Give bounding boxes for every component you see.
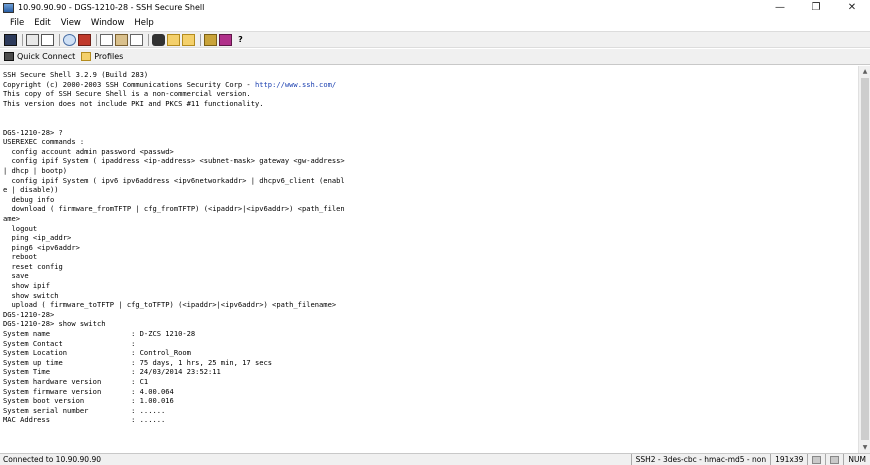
status-icon-cell bbox=[807, 454, 825, 465]
status-bar: Connected to 10.90.90.90 SSH2 - 3des-cbc… bbox=[0, 453, 870, 465]
scroll-up-icon[interactable]: ▲ bbox=[859, 66, 870, 77]
save-icon[interactable] bbox=[4, 33, 17, 46]
folder-icon bbox=[81, 52, 92, 61]
terminal-area[interactable]: SSH Secure Shell 3.2.9 (Build 283) Copyr… bbox=[0, 66, 858, 453]
quick-connect-label: Quick Connect bbox=[17, 52, 76, 61]
menu-edit[interactable]: Edit bbox=[29, 18, 55, 28]
scrollbar-thumb[interactable] bbox=[861, 78, 869, 440]
toolbar-separator bbox=[22, 33, 23, 46]
toolbar-separator bbox=[200, 33, 201, 46]
scroll-down-icon[interactable]: ▼ bbox=[859, 442, 870, 453]
quick-connect-icon bbox=[4, 52, 14, 61]
file-transfer-icon[interactable] bbox=[167, 33, 180, 46]
encryption-info: SSH2 - 3des-cbc - hmac-md5 - non bbox=[630, 454, 771, 465]
terminal-size: 191x39 bbox=[770, 454, 807, 465]
menu-view[interactable]: View bbox=[56, 18, 86, 28]
print-preview-icon[interactable] bbox=[41, 33, 54, 46]
find-icon[interactable] bbox=[152, 33, 165, 46]
terminal-output: SSH Secure Shell 3.2.9 (Build 283) Copyr… bbox=[3, 70, 858, 425]
menu-bar: File Edit View Window Help bbox=[0, 15, 870, 30]
terminal-copyright: Copyright (c) 2000-2003 SSH Communicatio… bbox=[3, 79, 255, 89]
copy-icon[interactable] bbox=[100, 33, 113, 46]
host-keys-icon[interactable] bbox=[219, 33, 232, 46]
toolbar-separator bbox=[148, 33, 149, 46]
magnifier-icon[interactable] bbox=[63, 33, 76, 46]
profiles-toolbar: Quick Connect Profiles bbox=[0, 49, 870, 65]
maximize-button[interactable]: ❐ bbox=[798, 0, 834, 15]
keyboard-icon bbox=[812, 455, 822, 464]
paste-special-icon[interactable] bbox=[130, 33, 143, 46]
paste-icon[interactable] bbox=[115, 33, 128, 46]
close-button[interactable]: ✕ bbox=[834, 0, 870, 15]
minimize-button[interactable]: — bbox=[762, 0, 798, 15]
toolbar-separator bbox=[59, 33, 60, 46]
menu-help[interactable]: Help bbox=[129, 18, 158, 28]
quick-connect-button[interactable]: Quick Connect bbox=[4, 52, 75, 61]
menu-file[interactable]: File bbox=[5, 18, 29, 28]
window-title: 10.90.90.90 - DGS-1210-28 - SSH Secure S… bbox=[18, 3, 205, 12]
terminal-body: This copy of SSH Secure Shell is a non-c… bbox=[3, 89, 345, 425]
window-controls: — ❐ ✕ bbox=[762, 0, 870, 15]
help-icon[interactable]: ? bbox=[234, 34, 247, 46]
num-lock-indicator: NUM bbox=[843, 454, 870, 465]
vertical-scrollbar[interactable]: ▲ ▼ bbox=[858, 66, 870, 453]
settings-icon[interactable] bbox=[182, 33, 195, 46]
terminal-header-line: SSH Secure Shell 3.2.9 (Build 283) bbox=[3, 70, 149, 79]
menu-window[interactable]: Window bbox=[86, 18, 130, 28]
profiles-label: Profiles bbox=[94, 52, 124, 61]
main-toolbar: ? bbox=[0, 31, 870, 48]
status-icon-cell bbox=[825, 454, 843, 465]
toolbar-separator bbox=[96, 33, 97, 46]
key-icon[interactable] bbox=[204, 33, 217, 46]
connection-status: Connected to 10.90.90.90 bbox=[3, 455, 102, 464]
lock-icon bbox=[830, 455, 840, 464]
profiles-button[interactable]: Profiles bbox=[81, 52, 123, 61]
ssh-website-link[interactable]: http://www.ssh.com/ bbox=[255, 80, 336, 89]
print-icon[interactable] bbox=[26, 33, 39, 46]
disconnect-icon[interactable] bbox=[78, 33, 91, 46]
ssh-app-icon bbox=[3, 2, 14, 13]
title-bar: 10.90.90.90 - DGS-1210-28 - SSH Secure S… bbox=[0, 0, 870, 15]
